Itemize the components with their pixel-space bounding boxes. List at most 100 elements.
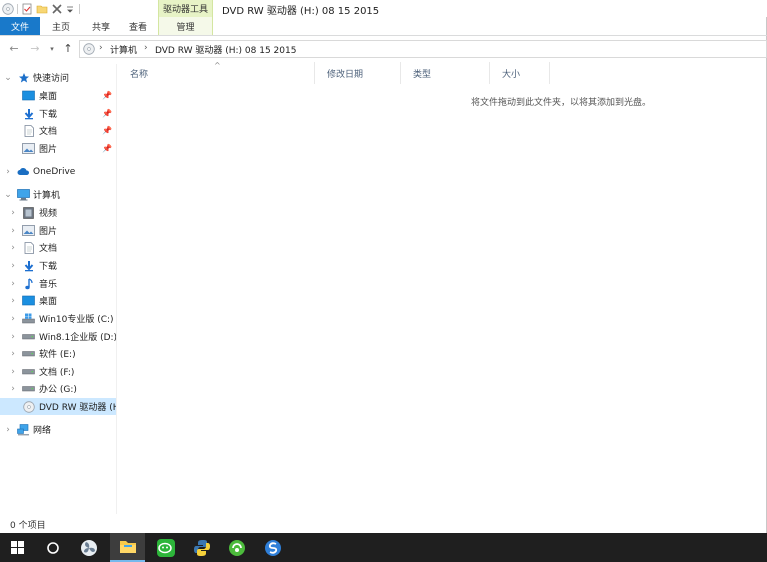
- empty-folder-message: 将文件拖动到此文件夹，以将其添加到光盘。: [471, 98, 652, 108]
- nav-item-videos[interactable]: › 视频: [0, 204, 116, 221]
- chevron-right-icon[interactable]: ›: [8, 367, 18, 377]
- nav-item-downloads[interactable]: 下载 📌: [0, 105, 116, 122]
- column-header-size[interactable]: 大小: [490, 62, 550, 84]
- nav-label: 图片: [39, 227, 58, 237]
- chevron-right-icon[interactable]: ›: [8, 279, 18, 289]
- nav-label: 下载: [39, 110, 58, 120]
- wechat-icon[interactable]: [148, 533, 183, 562]
- disc-icon: [22, 400, 35, 413]
- address-bar[interactable]: › 计算机 › DVD RW 驱动器 (H:) 08 15 2015: [79, 40, 767, 58]
- chevron-down-icon[interactable]: ⌄: [3, 73, 13, 83]
- tab-share[interactable]: 共享: [82, 17, 120, 35]
- picture-icon: [22, 143, 35, 155]
- pin-icon[interactable]: 📌: [102, 126, 112, 135]
- pin-icon[interactable]: 📌: [102, 91, 112, 100]
- blue-app-icon[interactable]: [255, 533, 290, 562]
- nav-label: 音乐: [39, 280, 58, 290]
- ribbon-tabs: 文件 主页 共享 查看 管理: [0, 17, 767, 36]
- breadcrumb-separator[interactable]: ›: [99, 43, 103, 53]
- recent-locations-icon[interactable]: ▾: [46, 42, 58, 56]
- nav-item-music[interactable]: › 音乐: [0, 275, 116, 292]
- network-icon: [17, 423, 30, 436]
- nav-item-drive-c[interactable]: › Win10专业版 (C:): [0, 310, 116, 327]
- nav-item-drive-f[interactable]: › 文档 (F:): [0, 363, 116, 380]
- chevron-right-icon[interactable]: ›: [8, 208, 18, 218]
- nav-item-onedrive[interactable]: › OneDrive: [0, 163, 116, 180]
- fan-app-icon[interactable]: [71, 533, 106, 562]
- disc-icon[interactable]: [2, 2, 14, 15]
- customize-qat-icon[interactable]: [66, 3, 74, 15]
- file-list[interactable]: 名称 ^ 修改日期 类型 大小 将文件拖动到此文件夹，以将其添加到光盘。: [118, 61, 767, 514]
- nav-item-drive-e[interactable]: › 软件 (E:): [0, 345, 116, 362]
- desktop-icon: [22, 90, 35, 102]
- music-note-icon: [22, 277, 35, 290]
- forward-icon[interactable]: →: [29, 42, 41, 56]
- tab-file[interactable]: 文件: [0, 17, 40, 35]
- nav-item-pictures[interactable]: › 图片: [0, 222, 116, 239]
- windows-drive-icon: [22, 313, 35, 325]
- chevron-right-icon[interactable]: ›: [8, 243, 18, 253]
- nav-label: 下载: [39, 262, 58, 272]
- nav-item-pictures[interactable]: 图片 📌: [0, 140, 116, 157]
- chevron-right-icon[interactable]: ›: [8, 261, 18, 271]
- green-app-icon[interactable]: [219, 533, 254, 562]
- column-header-modified[interactable]: 修改日期: [315, 62, 401, 84]
- nav-item-quick-access[interactable]: ⌄ 快速访问: [0, 69, 116, 86]
- nav-item-desktop[interactable]: › 桌面: [0, 292, 116, 309]
- nav-item-downloads[interactable]: › 下载: [0, 257, 116, 274]
- chevron-right-icon[interactable]: ›: [8, 384, 18, 394]
- cortana-icon[interactable]: [35, 533, 70, 562]
- chevron-right-icon[interactable]: ›: [8, 296, 18, 306]
- column-header-name[interactable]: 名称 ^: [118, 61, 315, 84]
- nav-item-network[interactable]: › 网络: [0, 421, 116, 438]
- item-count: 0 个项目: [10, 521, 46, 531]
- disc-icon: [83, 43, 95, 55]
- nav-label: 桌面: [39, 297, 58, 307]
- column-label: 类型: [413, 69, 432, 80]
- nav-item-drive-d[interactable]: › Win8.1企业版 (D:): [0, 328, 116, 345]
- nav-item-desktop[interactable]: 桌面 📌: [0, 87, 116, 104]
- desktop-icon: [22, 295, 35, 307]
- nav-label: 视频: [39, 209, 58, 219]
- taskbar: [0, 533, 767, 562]
- nav-label: Win10专业版 (C:): [39, 315, 114, 325]
- pin-icon[interactable]: 📌: [102, 109, 112, 118]
- nav-item-drive-h[interactable]: DVD RW 驱动器 (H:: [0, 398, 116, 415]
- chevron-down-icon[interactable]: ⌄: [3, 190, 13, 200]
- chevron-right-icon[interactable]: ›: [3, 167, 13, 177]
- breadcrumb-dvd-drive[interactable]: DVD RW 驱动器 (H:) 08 15 2015: [155, 43, 296, 56]
- navigation-pane: ⌄ 快速访问 桌面 📌 下载 📌 文档 📌 图片 📌 › OneDrive ⌄ …: [0, 64, 117, 514]
- delete-icon[interactable]: [51, 3, 63, 15]
- up-icon[interactable]: ↑: [62, 42, 74, 56]
- column-header-type[interactable]: 类型: [401, 62, 490, 84]
- document-icon: [22, 241, 35, 254]
- column-label: 修改日期: [327, 69, 364, 80]
- window-title: DVD RW 驱动器 (H:) 08 15 2015: [222, 6, 380, 17]
- chevron-right-icon[interactable]: ›: [8, 349, 18, 359]
- nav-item-drive-g[interactable]: › 办公 (G:): [0, 380, 116, 397]
- chevron-right-icon[interactable]: ›: [8, 226, 18, 236]
- nav-item-computer[interactable]: ⌄ 计算机: [0, 186, 116, 203]
- new-folder-icon[interactable]: [36, 3, 48, 15]
- tab-manage[interactable]: 管理: [158, 17, 213, 35]
- explorer-window: 驱动器工具 DVD RW 驱动器 (H:) 08 15 2015 文件 主页 共…: [0, 0, 767, 533]
- python-icon[interactable]: [184, 533, 219, 562]
- windows-start-icon[interactable]: [0, 533, 35, 562]
- back-icon[interactable]: ←: [8, 42, 20, 56]
- file-explorer-icon[interactable]: [110, 533, 145, 562]
- context-tab-group-label: 驱动器工具: [158, 0, 213, 17]
- chevron-right-icon[interactable]: ›: [3, 425, 13, 435]
- breadcrumb-separator[interactable]: ›: [144, 43, 148, 53]
- breadcrumb-computer[interactable]: 计算机: [110, 43, 137, 56]
- pin-icon[interactable]: 📌: [102, 144, 112, 153]
- nav-item-documents[interactable]: › 文档: [0, 239, 116, 256]
- properties-icon[interactable]: [21, 3, 33, 15]
- nav-item-documents[interactable]: 文档 📌: [0, 122, 116, 139]
- nav-label: 文档: [39, 127, 58, 137]
- chevron-right-icon[interactable]: ›: [8, 332, 18, 342]
- tab-view[interactable]: 查看: [120, 17, 156, 35]
- hard-drive-icon: [22, 331, 35, 343]
- chevron-right-icon[interactable]: ›: [8, 314, 18, 324]
- tab-home[interactable]: 主页: [42, 17, 80, 35]
- star-icon: [17, 72, 30, 84]
